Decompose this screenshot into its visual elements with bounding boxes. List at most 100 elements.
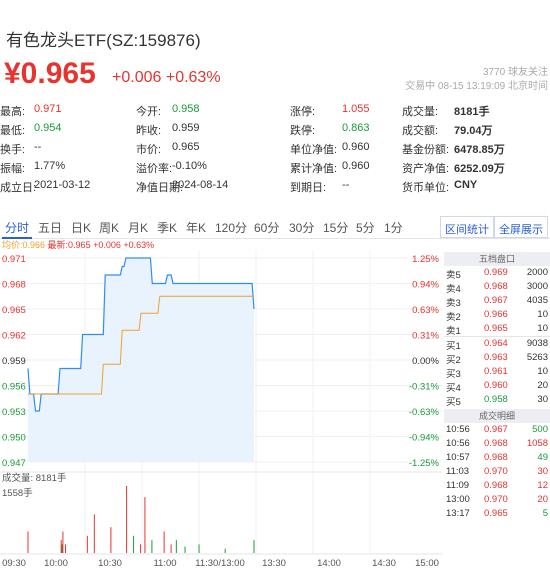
time-label: 10:00 xyxy=(44,558,68,569)
time-label: 11:00 xyxy=(153,558,176,569)
order-book-volume: 10 xyxy=(537,366,548,377)
tab-period[interactable]: 年K xyxy=(186,219,206,236)
quote-label: 成交额: xyxy=(402,125,439,137)
price-tick-label: 0.953 xyxy=(2,407,26,418)
quote-value: 79.04万 xyxy=(454,125,493,137)
change-percent: +0.63% xyxy=(165,69,221,86)
time-label: 13:30 xyxy=(262,558,286,569)
quote-cell: 净值日期: 2024-08-14 xyxy=(136,179,228,195)
follow-info: 3770 球友关注 交易中 08-15 13:19:09 北京时间 xyxy=(405,66,548,94)
quote-row: 振幅: 1.77% 溢价率: -0.10% 累计净值: 0.960 资产净值: 6252.09… xyxy=(0,158,550,176)
order-book-row: 卖3 0.967 4035 xyxy=(444,294,550,309)
quote-value: 6252.09万 xyxy=(454,163,505,175)
trade-price: 0.965 xyxy=(484,508,508,519)
quote-cell: 昨收: 0.959 xyxy=(136,122,200,138)
quote-value: 0.971 xyxy=(34,103,62,115)
tab-period[interactable]: 30分 xyxy=(289,219,314,236)
quote-label: 昨收: xyxy=(136,125,162,137)
trades-title: 成交明细 xyxy=(444,409,550,423)
quote-label: 跌停: xyxy=(290,125,316,137)
trade-time: 10:57 xyxy=(446,452,470,463)
trade-price: 0.970 xyxy=(484,494,508,505)
trade-price: 0.968 xyxy=(484,452,508,463)
order-book-row: 卖5 0.969 2000 xyxy=(444,266,550,281)
trade-volume: 5 xyxy=(542,508,548,519)
volume-max-label: 1558手 xyxy=(2,487,33,499)
price-tick-label: 0.965 xyxy=(2,305,26,316)
quote-cell: 成交量: 8181手 xyxy=(402,103,489,119)
quote-value: 0.958 xyxy=(172,103,200,115)
order-book-volume: 10 xyxy=(537,309,548,320)
order-book-price: 0.964 xyxy=(484,338,508,349)
order-book-row: 卖4 0.968 3000 xyxy=(444,280,550,295)
order-book-row: 买1 0.964 9038 xyxy=(444,337,550,352)
order-book-row: 卖1 0.965 10 xyxy=(444,322,550,337)
pct-tick-label: -0.94% xyxy=(409,433,440,444)
follow-label[interactable]: 球友关注 xyxy=(508,67,548,78)
quote-cell: 单位净值: 0.960 xyxy=(290,141,370,157)
fullscreen-button[interactable]: 全屏展示 xyxy=(494,216,548,238)
order-book: 卖5 0.969 2000 卖4 0.968 3000 卖3 0.967 4035 卖2 0.966… xyxy=(444,266,550,408)
pct-tick-label: 0.00% xyxy=(412,356,439,367)
quote-cell: 成立日: 2021-03-12 xyxy=(0,179,90,195)
quote-value: -- xyxy=(34,141,42,153)
order-book-row: 买2 0.963 5263 xyxy=(444,351,550,366)
change-value: +0.006 xyxy=(112,69,162,86)
trade-row: 13:17 0.965 5 xyxy=(444,507,550,521)
tab-period[interactable]: 季K xyxy=(157,219,177,236)
trade-row: 10:57 0.968 49 xyxy=(444,451,550,465)
quote-cell: 最高: 0.971 xyxy=(0,103,62,119)
tab-period[interactable]: 15分 xyxy=(323,219,348,236)
time-label: 14:30 xyxy=(372,558,396,569)
quote-value: -0.10% xyxy=(172,160,207,172)
price-tick-label: 0.968 xyxy=(2,280,26,291)
quote-label: 单位净值: xyxy=(290,144,338,156)
tab-period[interactable]: 五日 xyxy=(38,219,62,236)
quote-label: 基金份额: xyxy=(402,144,450,156)
tab-period[interactable]: 5分 xyxy=(356,219,375,236)
quote-value: 0.965 xyxy=(172,141,200,153)
trade-volume: 20 xyxy=(537,494,548,505)
order-book-label: 买5 xyxy=(446,397,461,408)
tab-period[interactable]: 1分 xyxy=(384,219,403,236)
order-book-volume: 30 xyxy=(537,394,548,405)
trade-time: 11:09 xyxy=(446,480,470,491)
intraday-chart[interactable]: 0.971 0.968 0.965 0.962 0.959 0.956 0.953 0.950… xyxy=(0,250,442,585)
quote-cell: 溢价率: -0.10% xyxy=(136,160,207,176)
tab-period[interactable]: 60分 xyxy=(254,219,279,236)
trading-status: 交易中 08-15 13:19:09 北京时间 xyxy=(405,81,548,92)
price-tick-label: 0.971 xyxy=(2,254,26,265)
order-book-label: 卖4 xyxy=(446,284,461,295)
tab-period[interactable]: 周K xyxy=(99,219,119,236)
trade-row: 11:03 0.970 30 xyxy=(444,465,550,479)
order-book-price: 0.967 xyxy=(484,295,508,306)
interval-stats-button[interactable]: 区间统计 xyxy=(440,216,494,238)
order-book-label: 买3 xyxy=(446,369,461,380)
order-book-volume: 10 xyxy=(537,323,548,334)
order-book-price: 0.965 xyxy=(484,323,508,334)
quote-cell: 今开: 0.958 xyxy=(136,103,200,119)
tab-period[interactable]: 分时 xyxy=(5,219,29,236)
order-book-row: 卖2 0.966 10 xyxy=(444,308,550,323)
tab-period[interactable]: 月K xyxy=(128,219,148,236)
quote-value: 2024-08-14 xyxy=(172,179,229,191)
quote-value: 0.960 xyxy=(342,141,370,153)
trade-price: 0.968 xyxy=(484,438,508,449)
follow-line: 3770 球友关注 xyxy=(405,66,548,80)
order-book-label: 买1 xyxy=(446,341,461,352)
quote-label: 市价: xyxy=(136,144,162,156)
quote-row: 最低: 0.954 昨收: 0.959 跌停: 0.863 成交额: 79.04万 xyxy=(0,120,550,138)
tab-period[interactable]: 日K xyxy=(71,219,91,236)
quote-label: 最低: xyxy=(0,125,26,137)
order-book-label: 卖3 xyxy=(446,298,461,309)
order-book-volume: 20 xyxy=(537,380,548,391)
time-label: 14:00 xyxy=(317,558,341,569)
quote-cell: 累计净值: 0.960 xyxy=(290,160,370,176)
trade-time: 11:03 xyxy=(446,466,470,477)
tab-period[interactable]: 120分 xyxy=(215,219,247,236)
quote-row: 最高: 0.971 今开: 0.958 涨停: 1.055 成交量: 8181手 xyxy=(0,101,550,119)
price-tick-label: 0.962 xyxy=(2,331,26,342)
trade-volume: 12 xyxy=(537,480,548,491)
time-label: 10:30 xyxy=(98,558,122,569)
order-book-price: 0.966 xyxy=(484,309,508,320)
